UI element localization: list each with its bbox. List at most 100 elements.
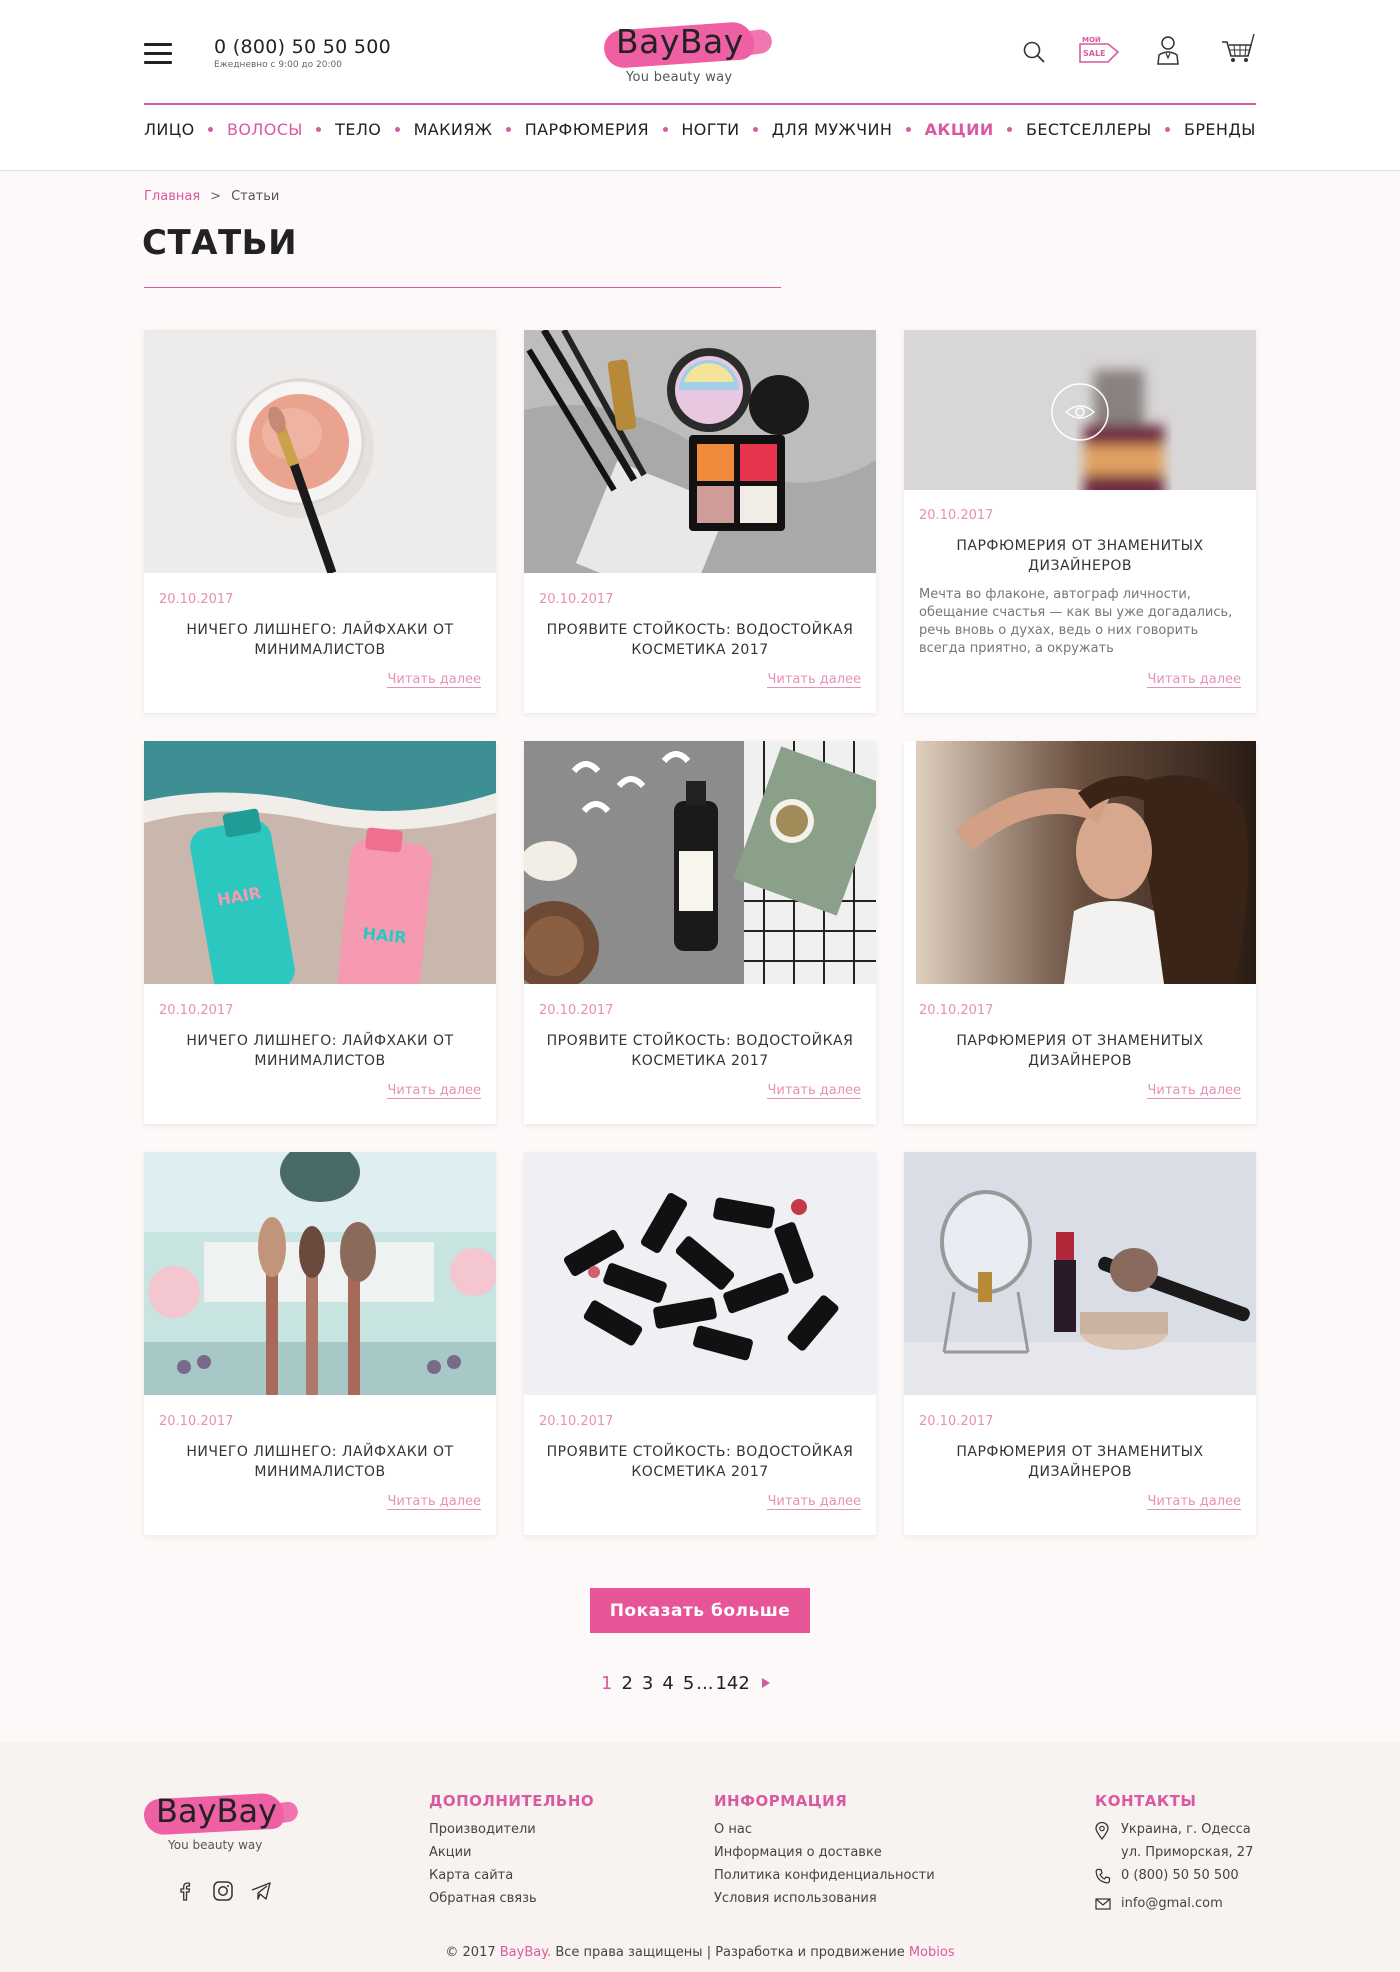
search-icon[interactable] bbox=[1022, 40, 1046, 64]
logo-tagline: You beauty way bbox=[626, 70, 733, 85]
read-more-link[interactable]: Читать далее bbox=[1147, 1083, 1241, 1099]
user-icon[interactable] bbox=[1156, 35, 1180, 65]
nav-item-hair[interactable]: ВОЛОСЫ bbox=[227, 120, 303, 139]
article-title[interactable]: НИЧЕГО ЛИШНЕГО: ЛАЙФХАКИ ОТ МИНИМАЛИСТОВ bbox=[164, 620, 476, 660]
footer-link-manufacturers[interactable]: Производители bbox=[429, 1818, 594, 1841]
article-title[interactable]: ПАРФЮМЕРИЯ ОТ ЗНАМЕНИТЫХ ДИЗАЙНЕРОВ bbox=[924, 536, 1236, 576]
address-line-2: ул. Приморская, 27 bbox=[1121, 1845, 1254, 1860]
nav-item-sales[interactable]: АКЦИИ bbox=[925, 120, 994, 139]
page-link-5[interactable]: 5 bbox=[683, 1673, 694, 1694]
menu-icon[interactable] bbox=[144, 43, 172, 65]
article-title[interactable]: ПРОЯВИТЕ СТОЙКОСТЬ: ВОДОСТОЙКАЯ КОСМЕТИК… bbox=[544, 1442, 856, 1482]
nav-separator bbox=[662, 126, 668, 132]
nav-item-nails[interactable]: НОГТИ bbox=[681, 120, 739, 139]
breadcrumb-home[interactable]: Главная bbox=[144, 189, 200, 204]
work-hours: Ежедневно с 9:00 до 20:00 bbox=[214, 60, 342, 70]
article-image-mirror-lipstick[interactable] bbox=[904, 1152, 1256, 1395]
page-link-2[interactable]: 2 bbox=[621, 1673, 632, 1694]
article-title[interactable]: ПРОЯВИТЕ СТОЙКОСТЬ: ВОДОСТОЙКАЯ КОСМЕТИК… bbox=[544, 1031, 856, 1071]
footer-link-delivery[interactable]: Информация о доставке bbox=[714, 1841, 935, 1864]
address-line-1: Украина, г. Одесса bbox=[1121, 1822, 1251, 1837]
article-title[interactable]: ПРОЯВИТЕ СТОЙКОСТЬ: ВОДОСТОЙКАЯ КОСМЕТИК… bbox=[544, 620, 856, 660]
read-more-link[interactable]: Читать далее bbox=[767, 672, 861, 688]
nav-item-brands[interactable]: БРЕНДЫ bbox=[1184, 120, 1256, 139]
read-more-link[interactable]: Читать далее bbox=[1147, 672, 1241, 688]
read-more-link[interactable]: Читать далее bbox=[387, 672, 481, 688]
read-more-link[interactable]: Читать далее bbox=[767, 1083, 861, 1099]
contact-email: info@gmal.com bbox=[1095, 1892, 1253, 1919]
article-image-brushes[interactable] bbox=[144, 1152, 496, 1395]
nav-item-body[interactable]: ТЕЛО bbox=[335, 120, 381, 139]
copyright-brand-link[interactable]: BayBay. bbox=[500, 1945, 551, 1960]
developer-link[interactable]: Mobios bbox=[909, 1945, 955, 1960]
article-date: 20.10.2017 bbox=[539, 1414, 614, 1429]
footer-col-contacts: КОНТАКТЫ Украина, г. Одесса ул. Приморск… bbox=[1095, 1792, 1253, 1919]
telegram-icon[interactable] bbox=[250, 1880, 272, 1902]
article-card[interactable]: 20.10.2017 ПАРФЮМЕРИЯ ОТ ЗНАМЕНИТЫХ ДИЗА… bbox=[904, 741, 1256, 1124]
article-card[interactable]: 20.10.2017 ПАРФЮМЕРИЯ ОТ ЗНАМЕНИТЫХ ДИЗА… bbox=[904, 330, 1256, 713]
article-image-woman-hair[interactable] bbox=[904, 741, 1256, 984]
my-sale-icon[interactable]: МОЙ SALE bbox=[1078, 36, 1120, 66]
article-date: 20.10.2017 bbox=[919, 1003, 994, 1018]
article-image-hair-bottles-beach[interactable]: HAIR HAIR bbox=[144, 741, 496, 984]
copyright-prefix: © 2017 bbox=[445, 1945, 500, 1960]
header-phone[interactable]: 0 (800) 50 50 500 bbox=[214, 36, 391, 58]
footer-phone-link[interactable]: 0 (800) 50 50 500 bbox=[1121, 1864, 1239, 1887]
page-link-1[interactable]: 1 bbox=[601, 1673, 612, 1694]
site-logo[interactable]: BayBay You beauty way bbox=[602, 20, 774, 90]
article-image-makeup-flatlay[interactable] bbox=[524, 330, 876, 573]
read-more-link[interactable]: Читать далее bbox=[387, 1494, 481, 1510]
nav-item-bestsellers[interactable]: БЕСТСЕЛЛЕРЫ bbox=[1026, 120, 1152, 139]
cart-icon[interactable] bbox=[1220, 32, 1256, 64]
nav-item-makeup[interactable]: МАКИЯЖ bbox=[414, 120, 493, 139]
article-title[interactable]: НИЧЕГО ЛИШНЕГО: ЛАЙФХАКИ ОТ МИНИМАЛИСТОВ bbox=[164, 1031, 476, 1071]
contact-phone: 0 (800) 50 50 500 bbox=[1095, 1864, 1253, 1892]
page-link-4[interactable]: 4 bbox=[662, 1673, 673, 1694]
page-link-3[interactable]: 3 bbox=[642, 1673, 653, 1694]
article-card[interactable]: HAIR HAIR 20.10.2017 НИЧЕГО ЛИШНЕГО: ЛАЙ… bbox=[144, 741, 496, 1124]
footer-link-privacy[interactable]: Политика конфиденциальности bbox=[714, 1864, 935, 1887]
article-image-lipsticks[interactable] bbox=[524, 1152, 876, 1395]
article-card[interactable]: 20.10.2017 ПРОЯВИТЕ СТОЙКОСТЬ: ВОДОСТОЙК… bbox=[524, 330, 876, 713]
article-date: 20.10.2017 bbox=[919, 508, 994, 523]
article-card[interactable]: 20.10.2017 НИЧЕГО ЛИШНЕГО: ЛАЙФХАКИ ОТ М… bbox=[144, 330, 496, 713]
nav-item-men[interactable]: ДЛЯ МУЖЧИН bbox=[772, 120, 893, 139]
footer-col-title: КОНТАКТЫ bbox=[1095, 1792, 1197, 1810]
footer-link-about[interactable]: О нас bbox=[714, 1818, 935, 1841]
article-card[interactable]: 20.10.2017 ПАРФЮМЕРИЯ ОТ ЗНАМЕНИТЫХ ДИЗА… bbox=[904, 1152, 1256, 1535]
footer-link-feedback[interactable]: Обратная связь bbox=[429, 1887, 594, 1910]
next-page-arrow-icon[interactable] bbox=[761, 1678, 770, 1688]
article-title[interactable]: НИЧЕГО ЛИШНЕГО: ЛАЙФХАКИ ОТ МИНИМАЛИСТОВ bbox=[164, 1442, 476, 1482]
article-date: 20.10.2017 bbox=[159, 1414, 234, 1429]
footer-link-sales[interactable]: Акции bbox=[429, 1841, 594, 1864]
article-image-powder-brush[interactable] bbox=[144, 330, 496, 573]
article-title[interactable]: ПАРФЮМЕРИЯ ОТ ЗНАМЕНИТЫХ ДИЗАЙНЕРОВ bbox=[924, 1031, 1236, 1071]
article-date: 20.10.2017 bbox=[539, 592, 614, 607]
footer-link-sitemap[interactable]: Карта сайта bbox=[429, 1864, 594, 1887]
site-header: 0 (800) 50 50 500 Ежедневно с 9:00 до 20… bbox=[0, 0, 1400, 171]
footer-col-title: ДОПОЛНИТЕЛЬНО bbox=[429, 1792, 595, 1810]
read-more-link[interactable]: Читать далее bbox=[387, 1083, 481, 1099]
footer-email-link[interactable]: info@gmal.com bbox=[1121, 1892, 1223, 1915]
read-more-link[interactable]: Читать далее bbox=[767, 1494, 861, 1510]
footer-logo[interactable]: BayBay You beauty way bbox=[143, 1792, 304, 1854]
instagram-icon[interactable] bbox=[212, 1880, 234, 1902]
article-card[interactable]: 20.10.2017 ПРОЯВИТЕ СТОЙКОСТЬ: ВОДОСТОЙК… bbox=[524, 1152, 876, 1535]
footer-link-terms[interactable]: Условия использования bbox=[714, 1887, 935, 1910]
article-date: 20.10.2017 bbox=[539, 1003, 614, 1018]
article-date: 20.10.2017 bbox=[159, 1003, 234, 1018]
pagination-ellipsis: ... bbox=[696, 1672, 714, 1694]
page-link-last[interactable]: 142 bbox=[715, 1673, 749, 1694]
pagination: 1 2 3 4 5 ... 142 bbox=[601, 1671, 770, 1695]
article-card[interactable]: 20.10.2017 НИЧЕГО ЛИШНЕГО: ЛАЙФХАКИ ОТ М… bbox=[144, 1152, 496, 1535]
read-more-link[interactable]: Читать далее bbox=[1147, 1494, 1241, 1510]
article-image-coconut-oil[interactable] bbox=[524, 741, 876, 984]
article-card[interactable]: 20.10.2017 ПРОЯВИТЕ СТОЙКОСТЬ: ВОДОСТОЙК… bbox=[524, 741, 876, 1124]
facebook-icon[interactable] bbox=[174, 1880, 196, 1902]
article-title[interactable]: ПАРФЮМЕРИЯ ОТ ЗНАМЕНИТЫХ ДИЗАЙНЕРОВ bbox=[924, 1442, 1236, 1482]
show-more-button[interactable]: Показать больше bbox=[590, 1588, 810, 1633]
nav-item-perfume[interactable]: ПАРФЮМЕРИЯ bbox=[525, 120, 649, 139]
nav-item-face[interactable]: ЛИЦО bbox=[144, 120, 195, 139]
article-image-perfume-blurred[interactable] bbox=[904, 330, 1256, 490]
footer-logo-name: BayBay bbox=[156, 1792, 277, 1830]
